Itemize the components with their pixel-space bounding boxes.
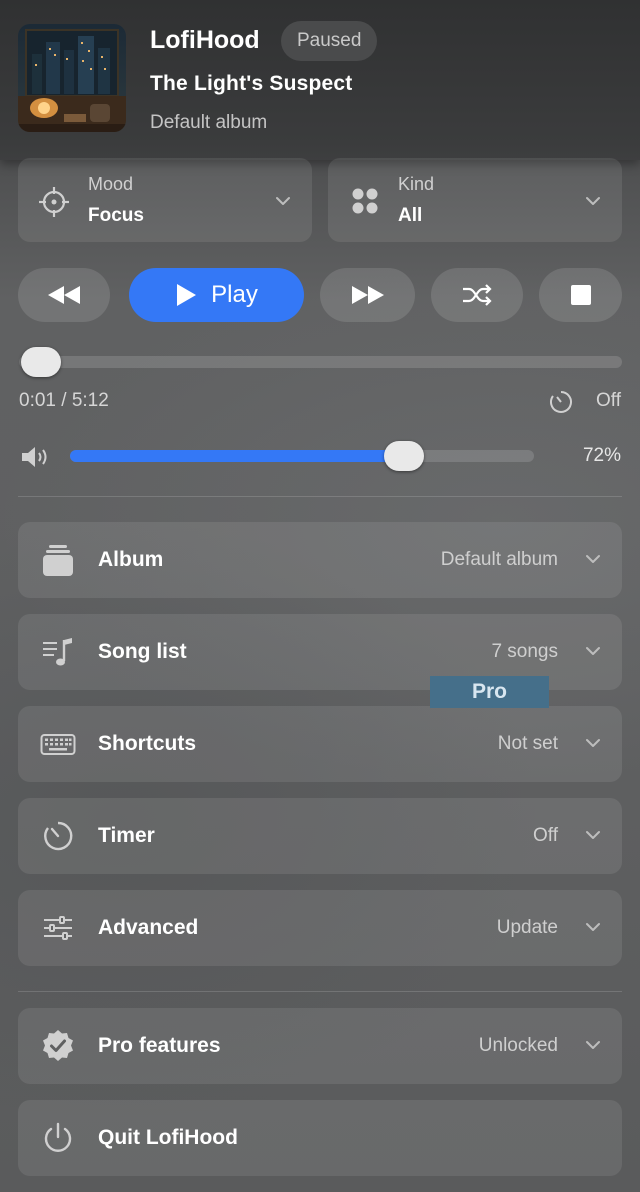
fast-forward-icon [351,286,384,304]
shortcuts-label: Shortcuts [98,732,197,755]
quit-label: Quit LofiHood [98,1126,238,1149]
volume-fill [70,450,405,462]
now-playing-header: LofiHood Paused The Light's Suspect Defa… [0,0,640,160]
stop-icon [570,285,591,305]
play-button[interactable]: Play [129,268,304,322]
divider [18,496,622,497]
timer-value: Off [533,825,558,846]
divider [18,991,622,992]
kind-label: Kind [398,174,435,194]
keyboard-icon [40,734,76,755]
song-title: The Light's Suspect [150,72,353,95]
fast-forward-button[interactable] [320,268,415,322]
shortcuts-row[interactable]: Shortcuts Not set [18,706,622,782]
volume-slider[interactable] [70,450,534,462]
stop-button[interactable] [539,268,622,322]
app-title: LofiHood [150,26,260,54]
timer-row[interactable]: Timer Off [18,798,622,874]
timer-label: Timer [98,824,155,847]
pro-features-row[interactable]: Pro features Unlocked [18,1008,622,1084]
mood-label: Mood [88,174,134,194]
volume-knob[interactable] [384,441,425,471]
pro-features-label: Pro features [98,1034,221,1057]
volume-icon[interactable] [20,444,52,470]
progress-track[interactable] [19,347,622,377]
kind-selector[interactable]: Kind All [328,158,622,242]
pro-features-value: Unlocked [478,1035,558,1056]
chevron-down-icon [276,197,290,205]
shortcuts-value: Not set [497,733,558,754]
sliders-icon [44,916,72,940]
album-value: Default album [440,549,558,570]
mood-selector[interactable]: Mood Focus [18,158,312,242]
status-badge: Paused [281,21,378,61]
timer-icon [44,821,73,851]
timer-icon[interactable] [549,390,573,414]
album-label: Album [98,548,164,571]
chevron-down-icon [586,555,600,563]
volume-percent: 72% [582,445,621,466]
advanced-value: Update [496,917,558,938]
album-row[interactable]: Album Default album [18,522,622,598]
pro-tag: Pro [430,676,549,708]
power-icon [44,1122,72,1152]
rewind-button[interactable] [18,268,110,322]
play-icon [177,284,197,306]
chevron-down-icon [586,1041,600,1049]
album-name: Default album [150,112,268,133]
chevron-down-icon [586,197,600,205]
chevron-down-icon [586,647,600,655]
quit-row[interactable]: Quit LofiHood [18,1100,622,1176]
shuffle-button[interactable] [431,268,523,322]
song-count: 7 songs [491,641,558,662]
play-label: Play [211,281,258,308]
time-elapsed-total: 0:01 / 5:12 [19,390,109,411]
music-list-icon [43,638,72,666]
chevron-down-icon [586,831,600,839]
shuffle-icon [463,284,492,306]
mood-value: Focus [88,205,144,226]
grid-dots-icon [352,188,378,214]
advanced-label: Advanced [98,916,199,939]
kind-value: All [398,205,423,226]
timer-status: Off [596,390,621,411]
crosshair-icon [39,187,69,217]
album-artwork [18,24,126,132]
rewind-icon [48,286,80,304]
progress-knob[interactable] [20,347,61,377]
advanced-row[interactable]: Advanced Update [18,890,622,966]
song-list-label: Song list [98,640,187,663]
verified-badge-icon [43,1030,73,1061]
chevron-down-icon [586,923,600,931]
chevron-down-icon [586,739,600,747]
album-stack-icon [43,545,73,576]
